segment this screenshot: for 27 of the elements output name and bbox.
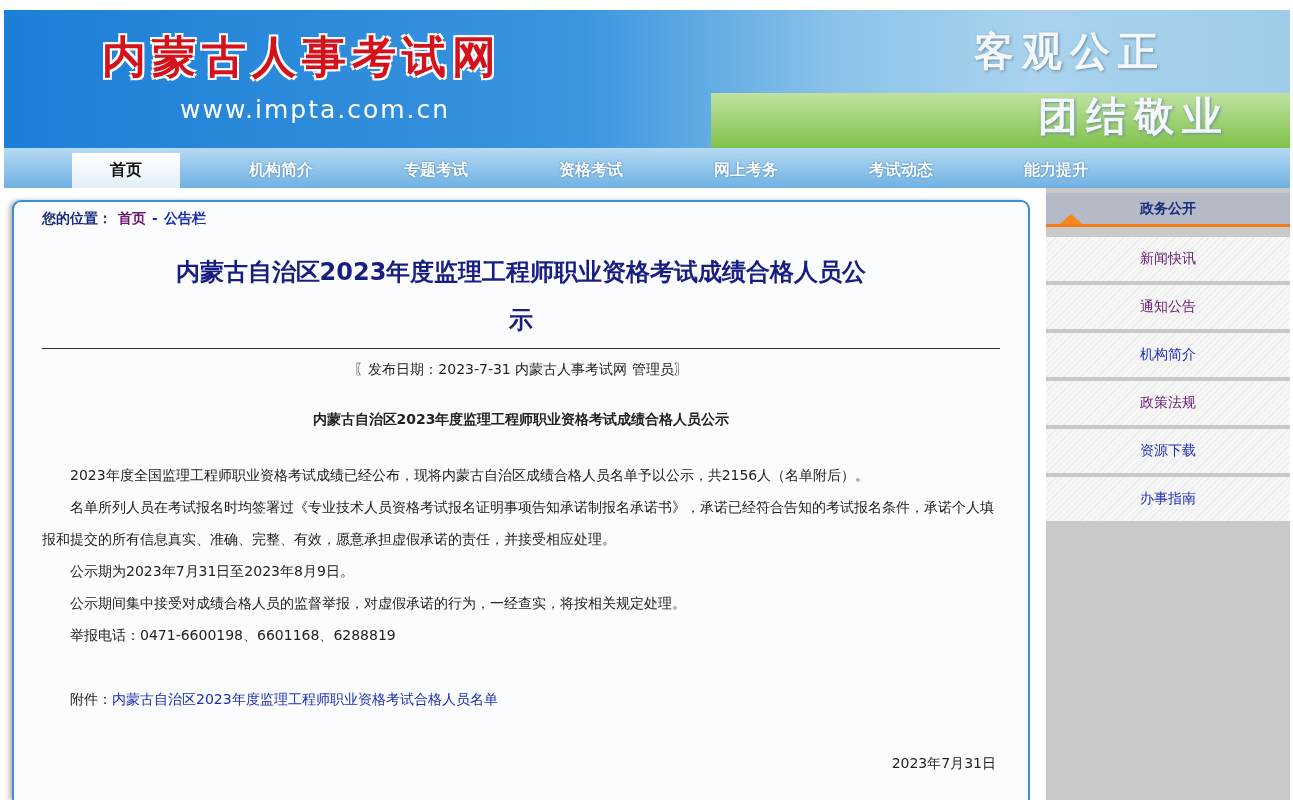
sidebar-item[interactable]: 通知公告 (1046, 285, 1290, 329)
attachment-link[interactable]: 内蒙古自治区2023年度监理工程师职业资格考试合格人员名单 (112, 683, 498, 715)
sidebar-title: 政务公开 (1140, 199, 1196, 218)
nav-tab[interactable]: 首页 (72, 153, 180, 188)
publish-info: 〖发布日期：2023-7-31 内蒙古人事考试网 管理员〗 (353, 360, 689, 379)
breadcrumb-link[interactable]: 公告栏 (163, 210, 206, 228)
body-paragraph: 名单所列人员在考试报名时均签署过《专业技术人员资格考试报名证明事项告知承诺制报名承诺书》，承诺已经符合告知的考试报名条件，承诺个人填报和提交的所有信息真实、准确、完整、有效，愿意承担虚假承诺的责任，并接受相应处理。 (42, 498, 995, 549)
signature-date: 2023年7月31日 (890, 754, 997, 773)
attachment-label: 附件： (70, 690, 112, 709)
sidebar-item[interactable]: 办事指南 (1046, 477, 1290, 521)
body-paragraph: 公示期为2023年7月31日至2023年8月9日。 (69, 562, 355, 581)
body-paragraph: 2023年度全国监理工程师职业资格考试成绩已经公布，现将内蒙古自治区成绩合格人员名单予以公示，共2156人（名单附后）。 (69, 466, 871, 485)
slogan-text: 客观公正 (974, 26, 1167, 76)
sidebar-item[interactable]: 机构简介 (1046, 333, 1290, 377)
site-url: www.impta.com.cn (179, 95, 452, 124)
slogan-text: 团结敬业 (1037, 91, 1230, 141)
breadcrumb-link[interactable]: 首页 (118, 210, 146, 228)
triangle-icon (1060, 214, 1082, 224)
article-subtitle: 内蒙古自治区2023年度监理工程师职业资格考试成绩合格人员公示 (311, 411, 731, 429)
body-paragraph: 举报电话：0471-6600198、6601168、6288819 (69, 626, 397, 645)
breadcrumb-separator: - (152, 210, 158, 228)
sidebar-item[interactable]: 新闻快讯 (1046, 237, 1290, 281)
sidebar-item[interactable]: 资源下载 (1046, 429, 1290, 473)
article-title: 内蒙古自治区2023年度监理工程师职业资格考试成绩合格人员公示 (174, 257, 868, 336)
sidebar-item[interactable]: 政策法规 (1046, 381, 1290, 425)
body-paragraph: 公示期间集中接受对成绩合格人员的监督举报，对虚假承诺的行为，一经查实，将按相关规定处理。 (69, 594, 687, 613)
breadcrumb-label: 您的位置： (42, 210, 112, 228)
